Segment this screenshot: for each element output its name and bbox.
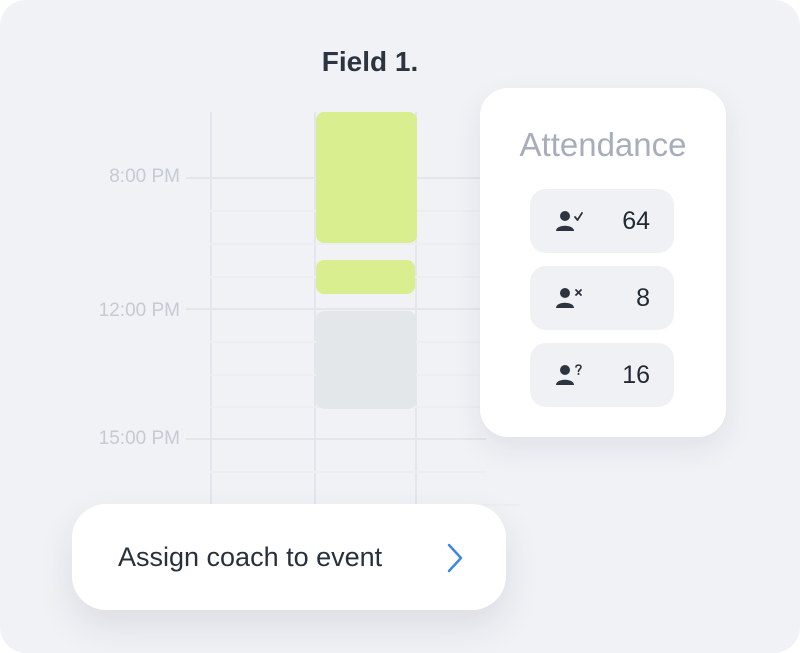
attendance-row-unknown: 16: [530, 343, 674, 407]
event-block[interactable]: [316, 112, 417, 243]
user-check-icon: [556, 211, 583, 231]
attendance-row-absent: 8: [530, 266, 674, 330]
time-label: 15:00 PM: [98, 428, 180, 449]
grid-row-line: [210, 471, 486, 473]
page-canvas: Field 1. 8:00 PM 12:00 PM 15:00 PM Atten…: [0, 0, 800, 653]
attendance-title: Attendance: [519, 126, 687, 163]
assign-coach-button[interactable]: Assign coach to event: [72, 504, 506, 610]
user-question-icon: [556, 364, 582, 385]
time-label: 12:00 PM: [98, 300, 180, 321]
time-label: 8:00 PM: [109, 166, 180, 187]
user-x-icon: [556, 288, 582, 308]
grid-row-line: [186, 308, 486, 310]
attendance-count: 16: [622, 361, 650, 389]
event-block[interactable]: [316, 260, 415, 294]
grid-row-line: [210, 243, 486, 245]
grid-row-line: [186, 438, 486, 440]
chevron-right-icon: [447, 543, 463, 573]
attendance-card: Attendance 64 8 16: [480, 88, 726, 437]
attendance-row-present: 64: [530, 189, 674, 253]
attendance-count: 8: [636, 284, 650, 312]
event-block[interactable]: [316, 311, 416, 409]
assign-coach-label: Assign coach to event: [118, 542, 383, 572]
attendance-count: 64: [622, 207, 650, 235]
grid-column-line: [210, 112, 212, 512]
